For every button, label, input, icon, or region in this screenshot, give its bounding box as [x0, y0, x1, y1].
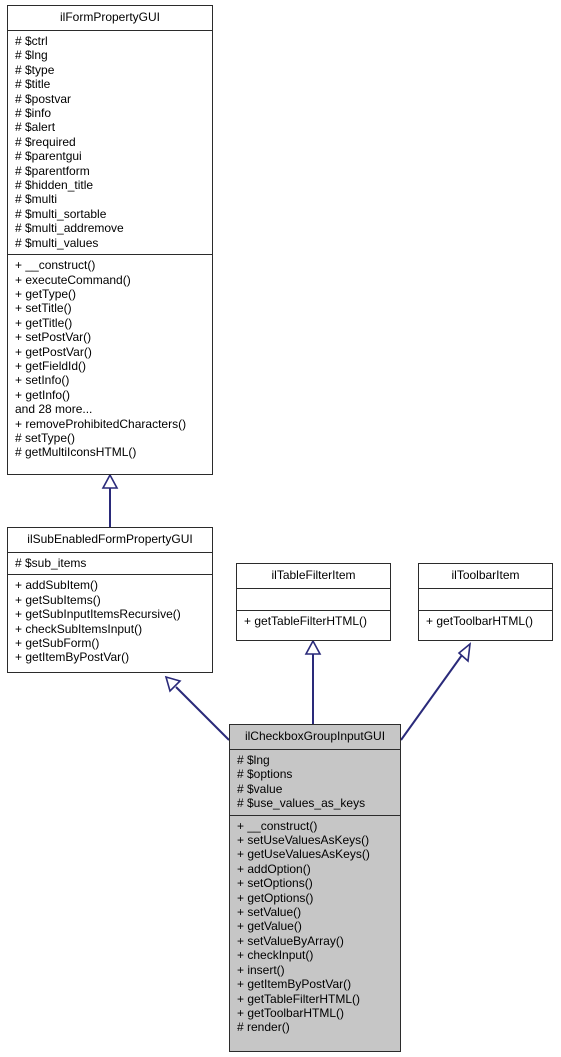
- edge-checkboxgroup-to-tablefilteritem: [304, 639, 322, 724]
- uml-member-row: # $multi_sortable: [15, 206, 107, 221]
- uml-member-row: + getToolbarHTML(): [237, 1005, 345, 1020]
- class-title: ilToolbarItem: [419, 564, 552, 589]
- class-title: ilTableFilterItem: [237, 564, 390, 589]
- uml-member-row: # $title: [15, 77, 51, 92]
- uml-member-row: + getInfo(): [15, 387, 71, 402]
- uml-member-row: + getSubInputItemsRecursive(): [15, 607, 181, 622]
- uml-member-row: + getToolbarHTML(): [426, 614, 534, 628]
- uml-member-row: + getTableFilterHTML(): [237, 991, 361, 1006]
- methods-compartment: + getTableFilterHTML(): [237, 611, 390, 632]
- uml-member-row: + getOptions(): [237, 890, 314, 905]
- uml-member-row: + __construct(): [15, 258, 96, 273]
- uml-interface-iltoolbaritem[interactable]: ilToolbarItem + getToolbarHTML(): [418, 563, 553, 641]
- uml-member-row: + getUseValuesAsKeys(): [237, 847, 370, 862]
- uml-member-row: + getValue(): [237, 919, 302, 934]
- attributes-compartment: [419, 589, 552, 611]
- uml-member-row: # $postvar: [15, 91, 72, 106]
- attributes-compartment: [237, 589, 390, 611]
- uml-member-row: # render(): [237, 1020, 290, 1035]
- uml-member-row: + getTableFilterHTML(): [244, 614, 368, 628]
- uml-member-row: # $multi_addremove: [15, 221, 124, 236]
- uml-member-row: # setType(): [15, 430, 76, 445]
- uml-member-row: # $info: [15, 106, 52, 121]
- uml-member-row: # $multi: [15, 192, 58, 207]
- uml-member-row: + checkInput(): [237, 948, 314, 963]
- attributes-compartment: # $sub_items: [8, 553, 212, 576]
- uml-member-row: # $multi_values: [15, 235, 99, 250]
- uml-member-row: + getItemByPostVar(): [237, 977, 352, 992]
- uml-class-ilcheckboxgroupinputgui[interactable]: ilCheckboxGroupInputGUI # $lng # $options…: [229, 724, 401, 1052]
- uml-member-row: + setOptions(): [237, 876, 313, 891]
- uml-member-row: + setUseValuesAsKeys(): [237, 833, 370, 848]
- uml-member-row: + addSubItem(): [15, 578, 99, 593]
- methods-compartment: + addSubItem() + getSubItems() + getSubInp…: [8, 575, 212, 668]
- uml-member-row: + getPostVar(): [15, 344, 92, 359]
- uml-member-row: # $required: [15, 134, 76, 149]
- uml-member-row: # $type: [15, 62, 55, 77]
- uml-member-row: # $lng: [15, 48, 48, 63]
- uml-member-row: # $lng: [237, 753, 270, 767]
- uml-member-row: + checkSubItemsInput(): [15, 621, 143, 636]
- uml-member-row: + setTitle(): [15, 301, 72, 316]
- class-title: ilSubEnabledFormPropertyGUI: [8, 528, 212, 553]
- uml-member-row: + removeProhibitedCharacters(): [15, 416, 187, 431]
- uml-diagram-canvas: ilFormPropertyGUI # $ctrl # $lng # $type # …: [0, 0, 561, 1057]
- uml-member-row: # $parentgui: [15, 149, 82, 164]
- uml-member-row: + getItemByPostVar(): [15, 650, 130, 665]
- uml-member-row: + executeCommand(): [15, 272, 131, 287]
- uml-interface-iltablefilteritem[interactable]: ilTableFilterItem + getTableFilterHTML(): [236, 563, 391, 641]
- uml-member-row: + setInfo(): [15, 373, 70, 388]
- uml-member-row: + setPostVar(): [15, 330, 92, 345]
- methods-compartment: + __construct() + setUseValuesAsKeys() + g…: [230, 816, 400, 1039]
- uml-member-row: + insert(): [237, 962, 285, 977]
- edge-subenabled-to-formproperty: [101, 473, 119, 527]
- uml-member-row: + __construct(): [237, 818, 318, 833]
- uml-class-ilformpropertygui[interactable]: ilFormPropertyGUI # $ctrl # $lng # $type # …: [7, 5, 213, 475]
- uml-member-row: + getSubItems(): [15, 592, 101, 607]
- uml-class-ilsubenabledformpropertygui[interactable]: ilSubEnabledFormPropertyGUI # $sub_items…: [7, 527, 213, 673]
- methods-compartment: + __construct() + executeCommand() + getTy…: [8, 255, 212, 464]
- uml-member-row: # getMultiIconsHTML(): [15, 445, 137, 460]
- uml-member-row: + getFieldId(): [15, 358, 87, 373]
- uml-member-row: + setValueByArray(): [237, 933, 344, 948]
- uml-member-row: # $ctrl: [15, 34, 48, 48]
- uml-member-row: # $use_values_as_keys: [237, 796, 366, 811]
- uml-member-row: # $value: [237, 781, 283, 796]
- uml-member-row: # $options: [237, 767, 293, 782]
- uml-member-row: + getTitle(): [15, 315, 73, 330]
- uml-member-row: # $hidden_title: [15, 178, 94, 193]
- uml-member-row: + getSubForm(): [15, 636, 100, 651]
- edge-checkboxgroup-to-subenabled: [164, 675, 230, 741]
- attributes-compartment: # $ctrl # $lng # $type # $title # $postvar # …: [8, 31, 212, 256]
- uml-member-row: # $sub_items: [15, 556, 87, 570]
- attributes-compartment: # $lng # $options # $value # $use_values_as…: [230, 750, 400, 816]
- uml-member-row: + addOption(): [237, 861, 311, 876]
- uml-member-row: # $alert: [15, 120, 56, 135]
- uml-member-row: and 28 more...: [15, 402, 93, 417]
- class-title: ilFormPropertyGUI: [8, 6, 212, 31]
- methods-compartment: + getToolbarHTML(): [419, 611, 552, 632]
- edge-checkboxgroup-to-toolbaritem: [400, 642, 472, 741]
- class-title: ilCheckboxGroupInputGUI: [230, 725, 400, 750]
- uml-member-row: + setValue(): [237, 905, 302, 920]
- uml-member-row: # $parentform: [15, 163, 90, 178]
- uml-member-row: + getType(): [15, 286, 77, 301]
